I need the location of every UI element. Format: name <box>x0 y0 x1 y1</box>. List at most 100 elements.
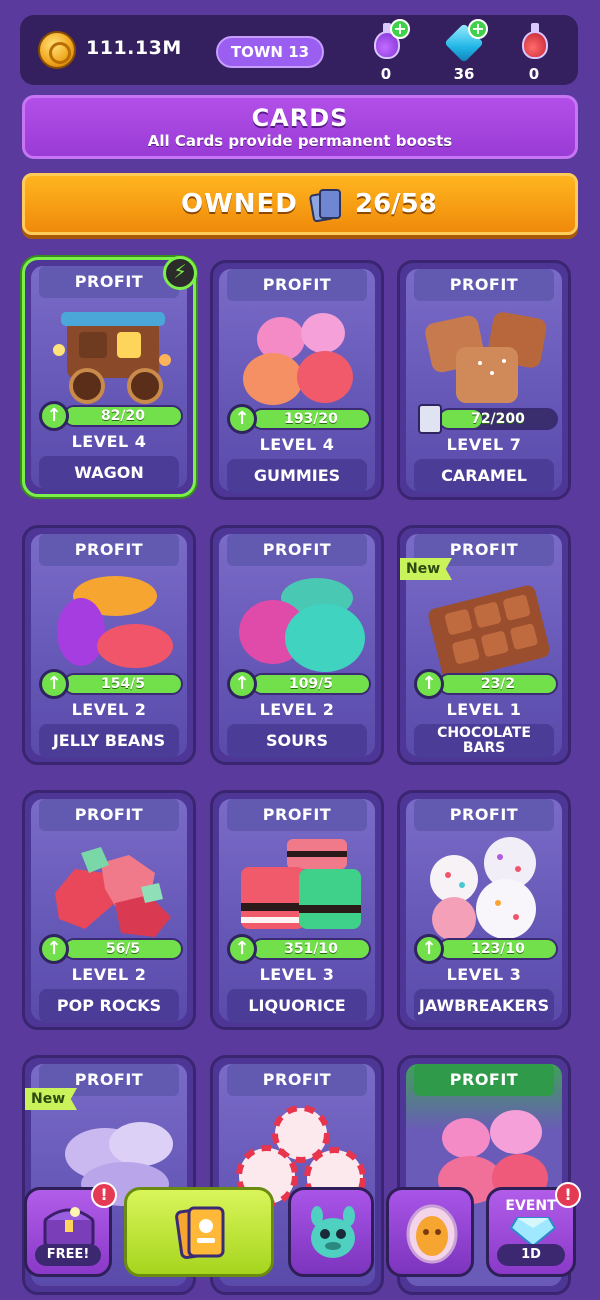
card-category: PROFIT <box>227 1064 367 1096</box>
nav-chest-button[interactable]: FREE! ! <box>24 1182 117 1277</box>
caramel-image <box>420 303 554 413</box>
card-chocolate-bars[interactable]: PROFIT New 23/2 ↑ LEVEL 1 CHOCOLATE BARS <box>397 525 571 765</box>
card-progress-bar: 82/20 <box>63 405 183 427</box>
cards-tab-icon <box>175 1206 225 1259</box>
pet-creature-icon <box>311 1206 355 1258</box>
nav-egg-button[interactable] <box>386 1187 474 1277</box>
coin-balance: 111.13M <box>86 37 182 59</box>
card-progress-bar: 23/2 <box>438 673 558 695</box>
card-name: CHOCOLATE BARS <box>414 724 554 758</box>
red-potion-icon <box>522 23 548 59</box>
card-name: LIQUORICE <box>227 989 367 1023</box>
upgrade-arrow-icon[interactable]: ↑ <box>227 669 257 699</box>
card-progress-bar: 123/10 <box>438 938 558 960</box>
card-level: LEVEL 4 <box>259 435 335 454</box>
owned-count: 26/58 <box>355 189 437 219</box>
pop-rocks-image <box>45 833 179 943</box>
coin-icon <box>38 31 76 69</box>
card-name: CARAMEL <box>414 459 554 493</box>
card-level: LEVEL 4 <box>71 432 147 451</box>
wagon-image <box>45 300 179 410</box>
card-level: LEVEL 2 <box>71 965 147 984</box>
page-title: CARDS <box>251 104 349 132</box>
upgrade-arrow-icon[interactable]: ↑ <box>227 404 257 434</box>
card-liquorice[interactable]: PROFIT 351/10 ↑ LEVEL 3 LIQUORICE <box>210 790 384 1030</box>
card-jawbreakers[interactable]: PROFIT 123/10 ↑ LEVEL 3 JAWBREAKERS <box>397 790 571 1030</box>
jawbreakers-image <box>420 833 554 943</box>
card-name: POP ROCKS <box>39 989 179 1023</box>
treasure-chest-icon <box>43 1207 95 1248</box>
card-category: PROFIT <box>39 799 179 831</box>
card-category: PROFIT <box>227 269 367 301</box>
card-category: PROFIT <box>414 269 554 301</box>
upgrade-arrow-icon[interactable]: ↑ <box>414 669 444 699</box>
top-bar: 111.13M TOWN 13 + 0 + 36 0 <box>20 15 578 85</box>
purple-potion-resource[interactable]: + 0 <box>356 19 416 83</box>
liquorice-image <box>233 833 367 943</box>
card-name: WAGON <box>39 456 179 490</box>
chest-alert-icon: ! <box>91 1182 117 1208</box>
nav-event-button[interactable]: EVENT 1D ! <box>486 1182 581 1277</box>
new-tag: New <box>400 558 452 580</box>
add-purple-potion-icon[interactable]: + <box>390 19 410 39</box>
new-tag: New <box>25 1088 77 1110</box>
card-category: PROFIT <box>39 266 179 298</box>
card-level: LEVEL 3 <box>446 965 522 984</box>
card-category: PROFIT <box>227 534 367 566</box>
card-level: LEVEL 7 <box>446 435 522 454</box>
lightning-icon: ⚡ <box>163 256 197 290</box>
diamond-icon <box>509 1217 557 1248</box>
card-category: PROFIT <box>414 1064 554 1096</box>
card-name: JELLY BEANS <box>39 724 179 758</box>
jelly-beans-image <box>45 568 179 678</box>
nav-cards-button[interactable] <box>124 1187 274 1277</box>
cards-header: CARDS All Cards provide permanent boosts <box>22 95 578 159</box>
card-name: SOURS <box>227 724 367 758</box>
card-caramel[interactable]: PROFIT 72/200 LEVEL 7 CARAMEL <box>397 260 571 500</box>
card-progress-bar: 154/5 <box>63 673 183 695</box>
purple-potion-count: 0 <box>380 65 392 83</box>
event-timer: 1D <box>497 1244 565 1266</box>
card-level: LEVEL 1 <box>446 700 522 719</box>
card-progress-bar: 56/5 <box>63 938 183 960</box>
upgrade-arrow-icon[interactable]: ↑ <box>39 669 69 699</box>
sours-image <box>233 568 367 678</box>
owned-label: OWNED <box>181 189 298 219</box>
card-progress-bar: 193/20 <box>251 408 371 430</box>
gummies-image <box>233 303 367 413</box>
event-alert-icon: ! <box>555 1182 581 1208</box>
add-gem-icon[interactable]: + <box>468 19 488 39</box>
card-pop-rocks[interactable]: PROFIT 56/5 ↑ LEVEL 2 POP ROCKS <box>22 790 196 1030</box>
card-wagon[interactable]: PROFIT 82/20 ↑ LEVEL 4 WAGON ⚡ <box>22 256 197 497</box>
chocolate-bars-image <box>420 568 554 681</box>
card-level: LEVEL 2 <box>71 700 147 719</box>
upgrade-arrow-icon[interactable]: ↑ <box>39 934 69 964</box>
gem-resource[interactable]: + 36 <box>434 19 494 83</box>
card-category: PROFIT <box>227 799 367 831</box>
card-progress-bar: 109/5 <box>251 673 371 695</box>
card-level: LEVEL 3 <box>259 965 335 984</box>
gem-count: 36 <box>453 65 475 83</box>
card-name: JAWBREAKERS <box>414 989 554 1023</box>
town-badge[interactable]: TOWN 13 <box>216 36 324 68</box>
cards-icon <box>308 189 343 223</box>
card-level: LEVEL 2 <box>259 700 335 719</box>
red-potion-resource[interactable]: 0 <box>504 21 564 83</box>
card-progress-bar: 351/10 <box>251 938 371 960</box>
red-potion-count: 0 <box>528 65 540 83</box>
upgrade-arrow-icon[interactable]: ↑ <box>39 401 69 431</box>
upgrade-arrow-icon[interactable]: ↑ <box>414 934 444 964</box>
page-subtitle: All Cards provide permanent boosts <box>147 132 453 150</box>
card-category: PROFIT <box>414 799 554 831</box>
card-name: GUMMIES <box>227 459 367 493</box>
chest-free-label: FREE! <box>35 1244 101 1266</box>
card-gummies[interactable]: PROFIT 193/20 ↑ LEVEL 4 GUMMIES <box>210 260 384 500</box>
card-icon <box>418 404 442 434</box>
card-jelly-beans[interactable]: PROFIT 154/5 ↑ LEVEL 2 JELLY BEANS <box>22 525 196 765</box>
nav-pets-button[interactable] <box>288 1187 374 1277</box>
owned-banner: OWNED 26/58 <box>22 173 578 235</box>
upgrade-arrow-icon[interactable]: ↑ <box>227 934 257 964</box>
card-sours[interactable]: PROFIT 109/5 ↑ LEVEL 2 SOURS <box>210 525 384 765</box>
card-category: PROFIT <box>39 534 179 566</box>
egg-icon <box>406 1204 458 1264</box>
